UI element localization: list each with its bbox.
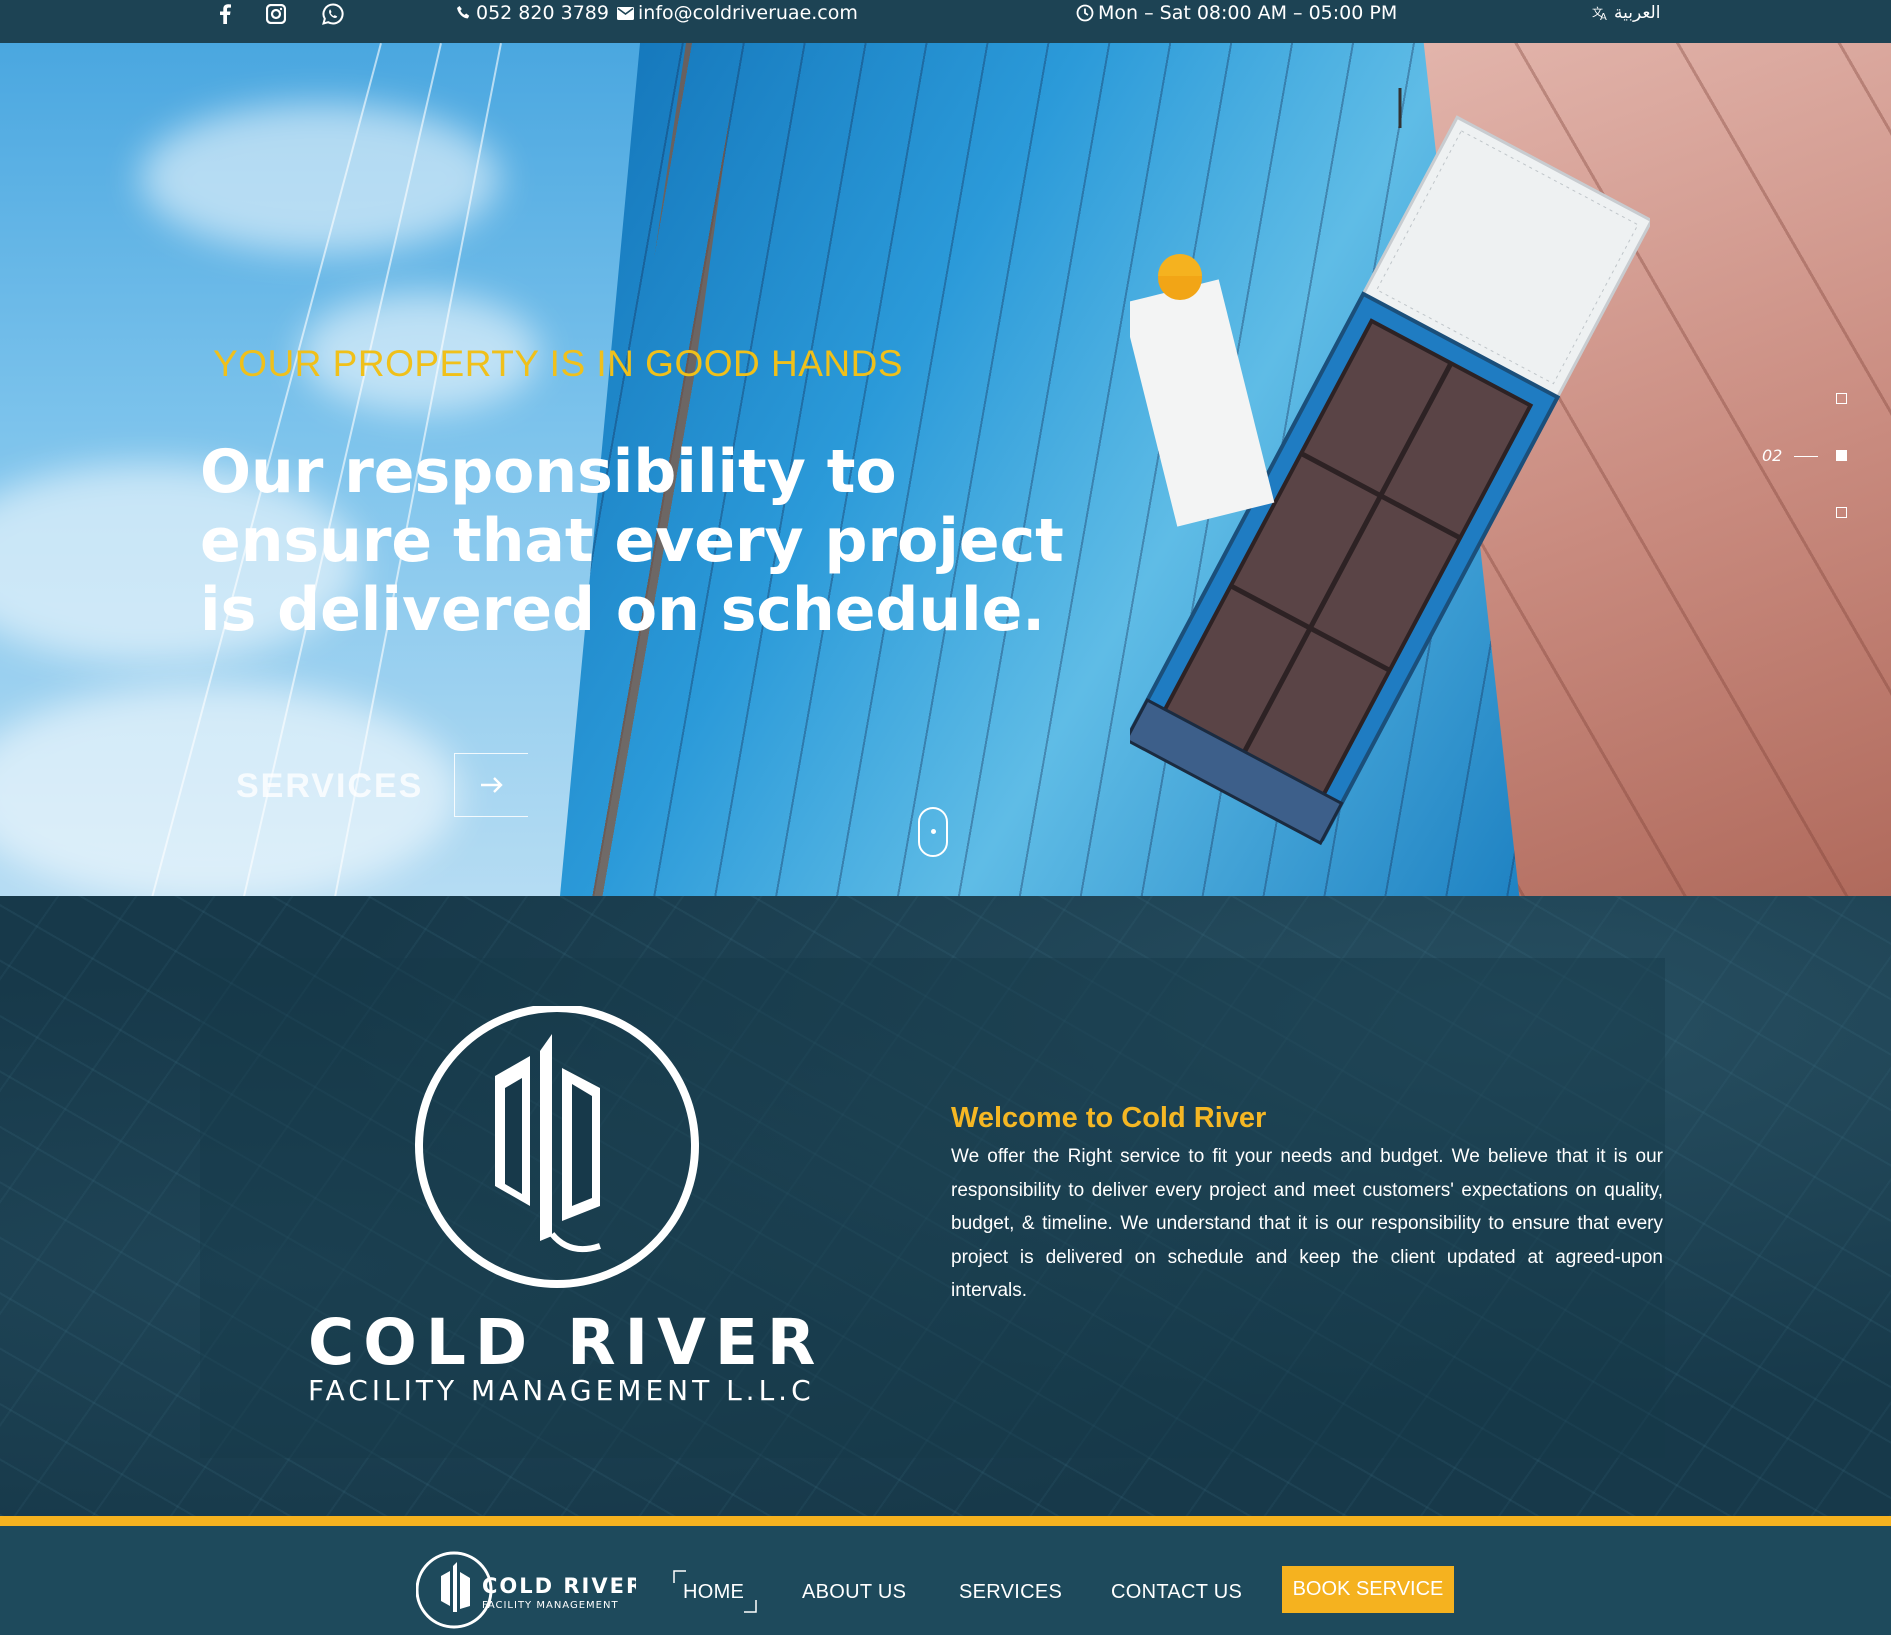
nav-accent-stripe <box>0 1516 1891 1526</box>
top-bar: 052 820 3789 info@coldriveruae.com Mon –… <box>0 0 1891 43</box>
phone-number[interactable]: 052 820 3789 <box>476 2 609 24</box>
slide-pager: 02 <box>1750 393 1850 533</box>
phone-info[interactable]: 052 820 3789 <box>456 0 609 26</box>
instagram-icon[interactable] <box>262 0 290 28</box>
translate-icon: 文A <box>1592 5 1607 21</box>
business-hours: Mon – Sat 08:00 AM – 05:00 PM <box>1098 2 1398 24</box>
nav-home[interactable]: HOME <box>683 1581 744 1604</box>
gondola-image <box>1130 88 1650 846</box>
arrow-right-icon[interactable] <box>454 753 528 817</box>
nav-about-us[interactable]: ABOUT US <box>802 1581 906 1604</box>
welcome-title: Welcome to Cold River <box>951 1102 1267 1134</box>
hero-headline: Our responsibility to ensure that every … <box>200 437 1064 645</box>
whatsapp-icon[interactable] <box>319 0 347 28</box>
nav-logo[interactable]: COLD RIVER FACILITY MANAGEMENT <box>416 1546 636 1632</box>
hero-tagline: YOUR PROPERTY IS IN GOOD HANDS <box>213 343 904 384</box>
nav-contact-us[interactable]: CONTACT US <box>1111 1581 1242 1604</box>
svg-text:A: A <box>1600 12 1607 21</box>
nav-logo-subtitle: FACILITY MANAGEMENT <box>482 1600 619 1611</box>
services-cta-label[interactable]: SERVICES <box>236 767 423 806</box>
phone-icon <box>457 6 470 19</box>
clock-icon <box>1076 4 1094 22</box>
cloud-decoration <box>140 103 500 253</box>
book-service-button[interactable]: BOOK SERVICE <box>1282 1566 1454 1613</box>
nav-services[interactable]: SERVICES <box>959 1581 1062 1604</box>
facebook-icon[interactable] <box>211 0 239 28</box>
main-navigation: COLD RIVER FACILITY MANAGEMENT HOME ABOU… <box>0 1526 1891 1635</box>
language-label[interactable]: العربية <box>1614 3 1660 23</box>
brand-subtitle: FACILITY MANAGEMENT L.L.C <box>308 1374 815 1407</box>
slide-number: 02 <box>1762 446 1783 465</box>
slide-dot[interactable] <box>1836 393 1847 404</box>
hero-slider: YOUR PROPERTY IS IN GOOD HANDS Our respo… <box>0 43 1891 896</box>
cold-river-logo-icon <box>415 1006 699 1288</box>
slide-dot-active[interactable] <box>1836 450 1847 461</box>
email-info[interactable]: info@coldriveruae.com <box>617 0 858 26</box>
brand-name: COLD RIVER <box>308 1306 825 1379</box>
nav-logo-name: COLD RIVER <box>482 1574 636 1598</box>
scroll-down-indicator[interactable] <box>918 807 948 857</box>
email-address[interactable]: info@coldriveruae.com <box>638 2 858 24</box>
language-switch[interactable]: 文A العربية <box>1592 0 1660 26</box>
welcome-section: COLD RIVER FACILITY MANAGEMENT L.L.C Wel… <box>0 896 1891 1516</box>
slide-dot[interactable] <box>1836 507 1847 518</box>
mail-icon <box>617 6 634 20</box>
hours-info: Mon – Sat 08:00 AM – 05:00 PM <box>1076 0 1397 26</box>
services-cta[interactable]: SERVICES <box>236 753 528 819</box>
slide-line <box>1794 456 1818 457</box>
welcome-body: We offer the Right service to fit your n… <box>951 1146 1663 1301</box>
